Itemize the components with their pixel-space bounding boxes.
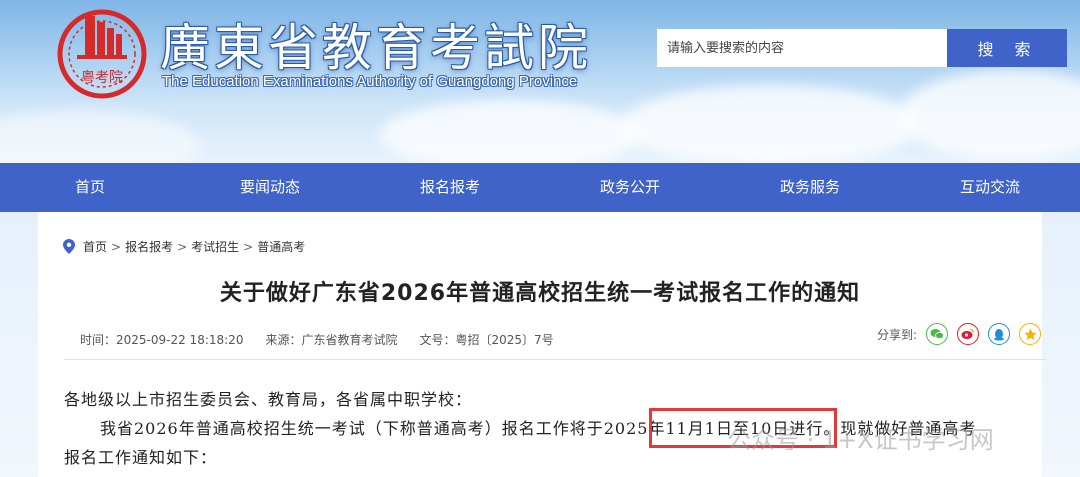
breadcrumb-gaokao[interactable]: 普通高考: [257, 238, 305, 255]
salutation-paragraph: 各地级以上市招生委员会、教育局，各省属中职学校：: [64, 390, 473, 409]
share-label: 分享到:: [877, 327, 918, 342]
cloud-decoration: [0, 110, 200, 163]
watermark-text: 公众号 · 1+X证书学习网: [727, 426, 994, 454]
cloud-decoration: [900, 70, 1080, 160]
search-button[interactable]: 搜 索: [947, 29, 1067, 67]
breadcrumb-separator: >: [177, 239, 188, 254]
breadcrumb-separator: >: [243, 239, 254, 254]
article-title: 关于做好广东省2026年普通高校招生统一考试报名工作的通知: [219, 281, 861, 306]
qq-icon[interactable]: [988, 323, 1011, 345]
document-number: 文号：粤招〔2025〕7号: [419, 333, 554, 347]
site-title-cn: 廣東省教育考試院: [160, 19, 592, 77]
site-title-en: The Education Examinations Authority of …: [162, 73, 578, 90]
breadcrumb: 首页 > 报名报考 > 考试招生 > 普通高考: [63, 238, 305, 255]
nav-item-government-affairs[interactable]: 政务公开: [540, 163, 720, 212]
weibo-icon[interactable]: [957, 323, 980, 345]
share-bar: 分享到:: [877, 323, 1042, 345]
publish-time: 时间：2025-09-22 18:18:20: [80, 333, 244, 347]
wechat-icon[interactable]: [926, 323, 949, 345]
nav-item-interaction[interactable]: 互动交流: [900, 163, 1080, 212]
article-meta: 时间：2025-09-22 18:18:20 来源：广东省教育考试院 文号：粤招…: [80, 331, 576, 348]
main-nav: 首页 要闻动态 报名报考 政务公开 政务服务 互动交流: [0, 163, 1080, 212]
breadcrumb-exam-enrollment[interactable]: 考试招生: [191, 238, 239, 255]
qzone-icon[interactable]: [1019, 323, 1042, 345]
cloud-decoration: [620, 85, 920, 163]
breadcrumb-separator: >: [111, 239, 122, 254]
cloud-decoration: [380, 100, 640, 163]
search-input[interactable]: [657, 29, 947, 67]
nav-item-home[interactable]: 首页: [0, 163, 180, 212]
site-header: 粤考院 廣東省教育考試院 The Education Examinations …: [0, 0, 1080, 163]
site-logo-seal[interactable]: 粤考院: [57, 8, 147, 100]
location-pin-icon: [63, 239, 75, 254]
nav-item-registration[interactable]: 报名报考: [360, 163, 540, 212]
meta-divider: [64, 359, 1046, 360]
svg-text:粤考院: 粤考院: [81, 70, 123, 86]
article-source: 来源：广东省教育考试院: [265, 333, 398, 347]
breadcrumb-registration[interactable]: 报名报考: [125, 238, 173, 255]
breadcrumb-home[interactable]: 首页: [83, 238, 107, 255]
nav-item-government-services[interactable]: 政务服务: [720, 163, 900, 212]
nav-item-news[interactable]: 要闻动态: [180, 163, 360, 212]
